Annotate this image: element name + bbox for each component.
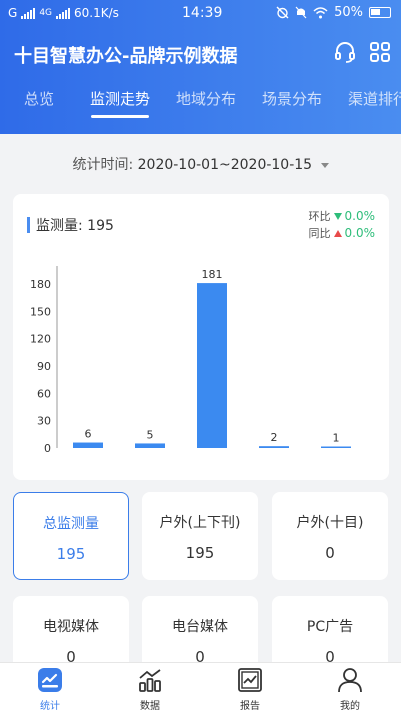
tab-scene[interactable]: 场景分布 [262, 88, 322, 109]
battery-icon [369, 7, 391, 18]
bar [197, 283, 227, 448]
y-tick-label: 60 [37, 387, 51, 400]
stats-icon [38, 668, 62, 692]
carrier-label: G [8, 6, 18, 20]
up-arrow-icon [333, 229, 342, 237]
bar [321, 446, 351, 448]
monitor-count: 监测量: 195 [36, 218, 114, 234]
yoy-value: 0.0% [344, 226, 376, 240]
nav-label: 我的 [340, 701, 360, 712]
y-tick-label: 30 [37, 415, 51, 428]
clock: 14:39 [182, 5, 223, 21]
monitor-title: 监测量: 195 [27, 215, 114, 235]
stat-label: 电台媒体 [172, 619, 228, 635]
app-header: G 4G 60.1K/s 14:39 50% 十目智慧办公-品牌示例数据 总览 … [0, 0, 401, 134]
tab-bar: 总览 监测走势 地域分布 场景分布 渠道排行 [0, 84, 401, 118]
stat-value: 0 [66, 648, 76, 662]
stat-label: 总监测量 [43, 516, 99, 532]
bar-value-label: 181 [202, 268, 223, 281]
wifi-icon [313, 6, 328, 18]
network-type: 4G [39, 8, 53, 18]
stat-value: 195 [56, 545, 86, 563]
stat-card-total[interactable]: 总监测量 195 [13, 492, 129, 580]
tab-channel-rank[interactable]: 渠道排行 [348, 88, 401, 109]
y-tick-label: 120 [30, 333, 51, 346]
chart-card: 监测量: 195 环比 0.0% 同比 0.0% 0 30 60 90 120 150 18… [13, 194, 389, 480]
bar-value-label: 2 [271, 431, 278, 444]
stat-card-pc-ad[interactable]: PC广告 0 [272, 596, 388, 662]
net-speed: 60.1K/s [74, 6, 119, 20]
headset-icon[interactable] [333, 40, 357, 64]
stat-label: 电视媒体 [43, 619, 99, 635]
stat-card-radio[interactable]: 电台媒体 0 [142, 596, 258, 662]
nav-data[interactable]: 数据 [100, 663, 200, 713]
stat-value: 0 [195, 648, 205, 662]
signal-icon-2 [56, 7, 71, 19]
stat-value: 195 [185, 544, 215, 562]
mom-ratio: 环比 0.0% [309, 208, 376, 224]
stat-label: PC广告 [306, 619, 354, 635]
bottom-nav: 统计 数据 报告 我的 [0, 662, 401, 713]
yoy-ratio: 同比 0.0% [309, 225, 376, 241]
bar-value-label: 5 [147, 428, 154, 441]
nav-mine[interactable]: 我的 [300, 663, 400, 713]
bar-value-label: 6 [85, 428, 92, 441]
user-icon [338, 668, 362, 693]
active-tab-indicator [91, 115, 149, 118]
title-accent [27, 217, 30, 233]
bar [73, 442, 103, 448]
down-arrow-icon [333, 212, 342, 220]
period-value: 2020-10-01~2020-10-15 [137, 157, 313, 173]
tab-region[interactable]: 地域分布 [176, 88, 236, 109]
stat-value: 0 [325, 648, 335, 662]
nav-label: 报告 [240, 701, 260, 712]
grid-menu-icon[interactable] [368, 40, 392, 64]
bar-value-label: 1 [333, 432, 340, 445]
stat-value: 0 [325, 544, 335, 562]
main-content: 统计时间: 2020-10-01~2020-10-15 监测量: 195 环比 … [0, 134, 401, 662]
nav-stats[interactable]: 统计 [0, 663, 100, 713]
y-tick-label: 0 [44, 442, 51, 455]
tab-overview[interactable]: 总览 [24, 88, 54, 109]
battery-percent: 50% [334, 5, 363, 20]
mom-value: 0.0% [344, 209, 376, 223]
bar [259, 446, 289, 448]
stat-card-outdoor-shimu[interactable]: 户外(十目) 0 [272, 492, 388, 580]
bar-chart: 0 30 60 90 120 150 180 6 5 181 2 1 [30, 266, 351, 455]
period-label: 统计时间: [72, 157, 134, 173]
stat-label: 户外(上下刊) [159, 515, 241, 531]
period-selector[interactable]: 统计时间: 2020-10-01~2020-10-15 [0, 154, 401, 174]
bar [135, 443, 165, 448]
y-tick-label: 150 [30, 305, 51, 318]
tab-monitor-trend[interactable]: 监测走势 [90, 88, 150, 109]
stat-label: 户外(十目) [296, 515, 364, 531]
y-tick-label: 180 [30, 278, 51, 291]
y-tick-label: 90 [37, 360, 51, 373]
alarm-off-icon [276, 6, 289, 19]
signal-icon [21, 7, 36, 19]
bar-chart-icon [139, 669, 161, 692]
page-title: 十目智慧办公-品牌示例数据 [14, 46, 238, 67]
nav-report[interactable]: 报告 [200, 663, 300, 713]
caret-down-icon [320, 162, 329, 168]
nav-label: 数据 [140, 701, 160, 712]
report-icon [238, 668, 262, 692]
yoy-label: 同比 [308, 227, 331, 240]
status-bar: G 4G 60.1K/s 14:39 50% [0, 0, 401, 28]
nav-label: 统计 [40, 701, 60, 712]
stat-card-tv[interactable]: 电视媒体 0 [13, 596, 129, 662]
mute-icon [295, 6, 307, 19]
stat-card-outdoor-posting[interactable]: 户外(上下刊) 195 [142, 492, 258, 580]
mom-label: 环比 [308, 210, 331, 223]
